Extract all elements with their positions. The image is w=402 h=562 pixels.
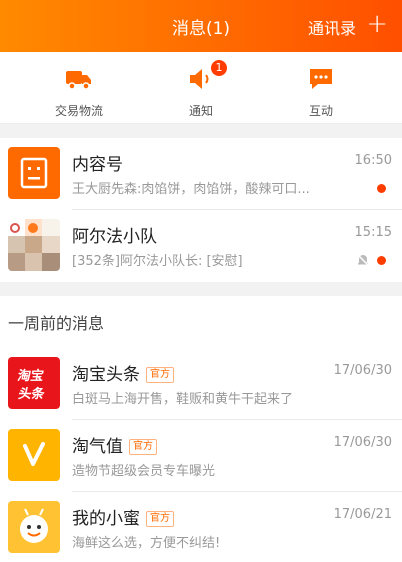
conversation-time: 17/06/30 (333, 363, 392, 378)
conversation-preview: 王大厨先森:肉馅饼，肉馅饼，酸辣可口... (72, 182, 310, 197)
conversation-name: 淘宝头条 官方 (72, 360, 174, 385)
quick-action-notice[interactable]: 1 通知 (161, 60, 241, 119)
taoqizhi-logo (8, 429, 60, 481)
quick-action-logistics[interactable]: 交易物流 (39, 66, 119, 119)
truck-icon (65, 66, 93, 92)
mute-bell-icon (356, 252, 370, 267)
content-account-avatar (8, 147, 60, 199)
top-bar: 消息(1) 通讯录 + (0, 0, 402, 52)
official-tag: 官方 (146, 367, 174, 383)
section-title: 一周前的消息 (8, 314, 105, 333)
conversation-item[interactable]: 我的小蜜 官方 17/06/21 海鲜这么选，方便不纠结! (0, 492, 402, 562)
taobao-headline-logo: 淘宝 头条 (8, 357, 60, 409)
svg-text:淘宝: 淘宝 (16, 367, 45, 384)
conversation-time: 15:15 (354, 225, 392, 240)
conversation-time: 17/06/30 (333, 435, 392, 450)
unread-dot (377, 184, 386, 193)
conversation-time: 16:50 (354, 153, 392, 168)
quick-action-label: 互动 (308, 104, 333, 118)
conversation-item[interactable]: 内容号 16:50 王大厨先森:肉馅饼，肉馅饼，酸辣可口... (0, 138, 402, 210)
conversation-item[interactable]: 淘宝 头条 淘宝头条 官方 17/06/30 白斑马上海开售，鞋贩和黄牛干起来了 (0, 348, 402, 420)
contacts-link[interactable]: 通讯录 (308, 15, 356, 39)
notice-badge: 1 (211, 60, 227, 76)
chat-bubble-icon (307, 66, 335, 92)
quick-action-label: 通知 (188, 104, 213, 118)
official-tag: 官方 (146, 511, 174, 527)
quick-action-interaction[interactable]: 互动 (281, 66, 361, 119)
conversation-preview: [352条]阿尔法小队长: [安慰] (72, 254, 243, 269)
group-avatar (8, 219, 60, 271)
official-tag: 官方 (129, 439, 157, 455)
assistant-bee-avatar (8, 501, 60, 553)
conversation-item[interactable]: 淘气值 官方 17/06/30 造物节超级会员专车曝光 (0, 420, 402, 492)
conversation-preview: 造物节超级会员专车曝光 (72, 464, 216, 479)
unread-dot (377, 256, 386, 265)
quick-action-label: 交易物流 (54, 104, 103, 118)
conversation-name: 我的小蜜 官方 (72, 504, 174, 529)
conversation-name: 淘气值 官方 (72, 432, 157, 457)
plus-icon[interactable]: + (366, 11, 388, 37)
conversation-time: 17/06/21 (333, 507, 392, 522)
svg-text:头条: 头条 (17, 385, 47, 402)
conversation-item[interactable]: 阿尔法小队 15:15 [352条]阿尔法小队长: [安慰] (0, 210, 402, 282)
quick-actions-bar: 交易物流 1 通知 互动 (0, 52, 402, 124)
conversation-preview: 白斑马上海开售，鞋贩和黄牛干起来了 (72, 392, 294, 407)
speaker-icon: 1 (187, 60, 227, 92)
section-gap (0, 282, 402, 296)
section-gap (0, 124, 402, 138)
conversation-preview: 海鲜这么选，方便不纠结! (72, 536, 221, 551)
conversation-name: 阿尔法小队 (72, 227, 157, 247)
conversation-name: 内容号 (72, 155, 123, 175)
